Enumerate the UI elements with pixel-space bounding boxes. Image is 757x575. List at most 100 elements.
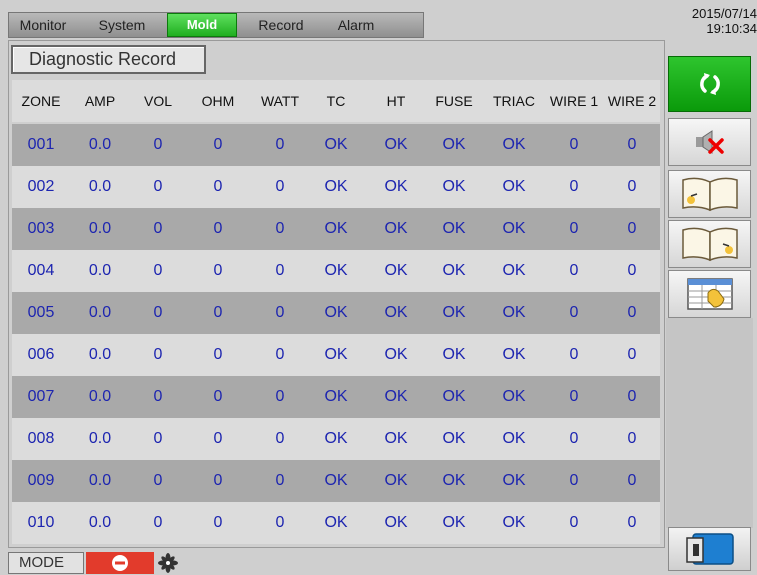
cell-ohm: 0 [213, 262, 223, 279]
column-header-triac: TRIAC [493, 93, 535, 109]
table-select-icon [686, 278, 733, 310]
table-row: 010 0.0 0 0 0 OK OK OK OK 0 0 [12, 502, 660, 544]
cell-fuse: OK [442, 430, 466, 447]
stop-indicator[interactable] [86, 552, 154, 574]
tab-alarm[interactable]: Alarm [325, 13, 387, 37]
side-panel-empty [666, 318, 753, 528]
column-header-watt: WATT [260, 93, 300, 109]
cell-wire-1: 0 [569, 388, 579, 405]
column-header-ohm: OHM [201, 93, 235, 109]
table-select-button[interactable] [668, 270, 751, 318]
column-header-zone: ZONE [21, 93, 61, 109]
cell-fuse: OK [442, 346, 466, 363]
cell-zone: 001 [27, 136, 55, 153]
datetime: 2015/07/14 19:10:34 [668, 6, 757, 36]
table-row: 003 0.0 0 0 0 OK OK OK OK 0 0 [12, 208, 660, 250]
table-row: 001 0.0 0 0 0 OK OK OK OK 0 0 [12, 124, 660, 166]
cell-tc: OK [324, 178, 348, 195]
column-header-ht: HT [386, 93, 406, 109]
cell-fuse: OK [442, 220, 466, 237]
cell-vol: 0 [153, 304, 163, 321]
column-header-wire-1: WIRE 1 [549, 93, 599, 109]
cell-amp: 0.0 [88, 472, 112, 489]
column-header-tc: TC [326, 93, 346, 109]
cell-triac: OK [502, 388, 526, 405]
cell-tc: OK [324, 388, 348, 405]
previous-page-button[interactable] [668, 170, 751, 218]
cell-amp: 0.0 [88, 388, 112, 405]
cell-triac: OK [502, 136, 526, 153]
cell-zone: 009 [27, 472, 55, 489]
cell-ohm: 0 [213, 346, 223, 363]
cell-wire-2: 0 [627, 178, 637, 195]
cell-vol: 0 [153, 388, 163, 405]
cell-wire-1: 0 [569, 430, 579, 447]
cell-wire-2: 0 [627, 430, 637, 447]
cell-wire-2: 0 [627, 388, 637, 405]
mute-icon [695, 130, 724, 154]
book-next-icon [681, 227, 738, 262]
cell-ht: OK [384, 472, 408, 489]
cell-watt: 0 [275, 220, 285, 237]
cell-wire-2: 0 [627, 136, 637, 153]
cell-fuse: OK [442, 472, 466, 489]
tab-system[interactable]: System [77, 13, 167, 37]
cell-amp: 0.0 [88, 220, 112, 237]
cell-fuse: OK [442, 304, 466, 321]
cell-ohm: 0 [213, 430, 223, 447]
next-page-button[interactable] [668, 220, 751, 268]
mute-button[interactable] [668, 118, 751, 166]
fan-icon [158, 553, 178, 573]
cell-ht: OK [384, 178, 408, 195]
tab-mold[interactable]: Mold [167, 13, 237, 37]
column-header-fuse: FUSE [435, 93, 473, 109]
cell-wire-2: 0 [627, 304, 637, 321]
table-row: 005 0.0 0 0 0 OK OK OK OK 0 0 [12, 292, 660, 334]
cell-fuse: OK [442, 178, 466, 195]
cell-ht: OK [384, 430, 408, 447]
cell-zone: 004 [27, 262, 55, 279]
cell-triac: OK [502, 430, 526, 447]
cell-vol: 0 [153, 178, 163, 195]
cell-tc: OK [324, 262, 348, 279]
tab-record[interactable]: Record [237, 13, 325, 37]
refresh-button[interactable] [668, 56, 751, 112]
cell-zone: 008 [27, 430, 55, 447]
cell-ohm: 0 [213, 220, 223, 237]
stop-icon [112, 555, 128, 571]
exit-icon [685, 533, 734, 565]
column-header-vol: VOL [143, 93, 172, 109]
cell-ohm: 0 [213, 388, 223, 405]
date-text: 2015/07/14 [691, 6, 757, 21]
cell-wire-1: 0 [569, 136, 579, 153]
exit-button[interactable] [668, 527, 751, 571]
cell-zone: 003 [27, 220, 55, 237]
book-previous-icon [681, 177, 738, 212]
cell-vol: 0 [153, 430, 163, 447]
table-row: 004 0.0 0 0 0 OK OK OK OK 0 0 [12, 250, 660, 292]
cell-zone: 010 [27, 514, 55, 531]
cell-tc: OK [324, 472, 348, 489]
table-row: 006 0.0 0 0 0 OK OK OK OK 0 0 [12, 334, 660, 376]
table-header: ZONE AMP VOL OHM WATT TC HT FUSE TRIAC W… [12, 80, 660, 122]
cell-tc: OK [324, 514, 348, 531]
tab-monitor[interactable]: Monitor [9, 13, 77, 37]
cell-amp: 0.0 [88, 136, 112, 153]
cell-wire-2: 0 [627, 472, 637, 489]
tab-bar: Monitor System Mold Record Alarm [8, 12, 424, 38]
cell-triac: OK [502, 220, 526, 237]
cell-ht: OK [384, 388, 408, 405]
cell-watt: 0 [275, 472, 285, 489]
column-header-wire-2: WIRE 2 [607, 93, 657, 109]
column-header-amp: AMP [84, 93, 116, 109]
cell-tc: OK [324, 430, 348, 447]
cell-wire-1: 0 [569, 304, 579, 321]
cell-wire-2: 0 [627, 346, 637, 363]
cell-vol: 0 [153, 136, 163, 153]
table-row: 008 0.0 0 0 0 OK OK OK OK 0 0 [12, 418, 660, 460]
cell-watt: 0 [275, 388, 285, 405]
cell-amp: 0.0 [88, 430, 112, 447]
cell-wire-1: 0 [569, 472, 579, 489]
cell-ht: OK [384, 304, 408, 321]
cell-triac: OK [502, 262, 526, 279]
